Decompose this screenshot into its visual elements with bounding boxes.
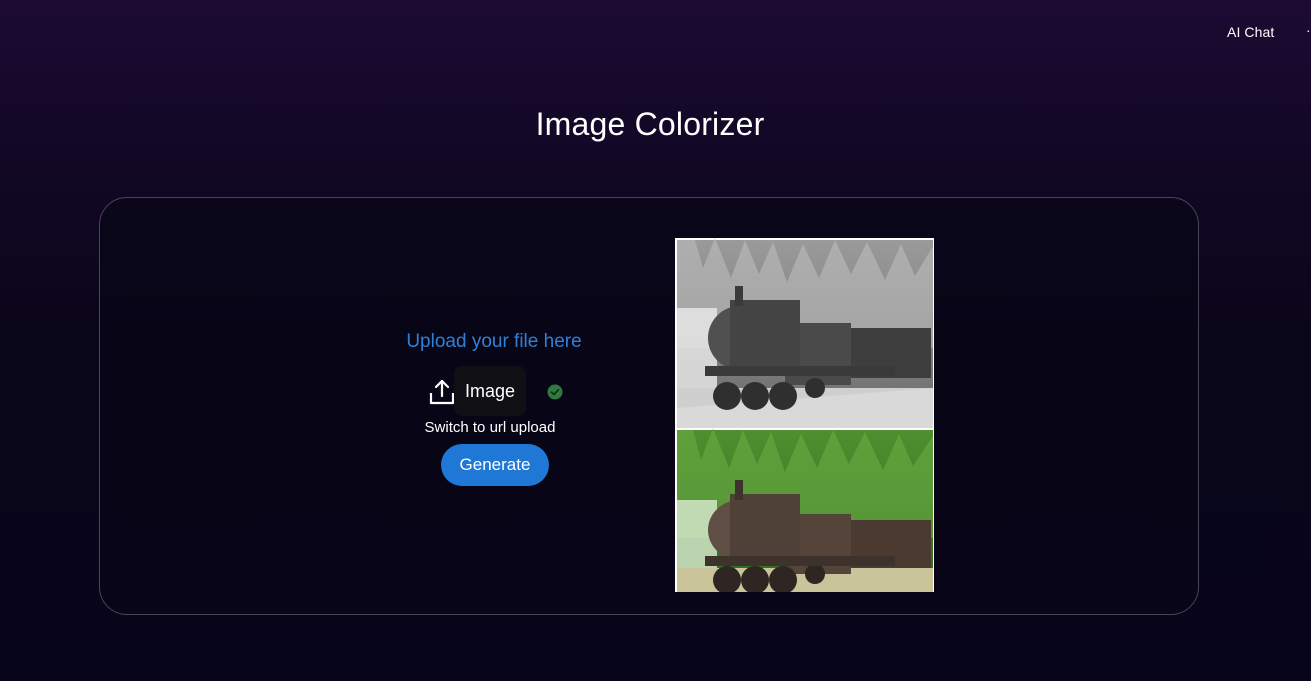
upload-icon[interactable] (428, 378, 456, 406)
upload-title: Upload your file here (406, 331, 582, 352)
grayscale-photo (677, 238, 933, 428)
switch-to-url-upload-link[interactable]: Switch to url upload (390, 419, 590, 436)
upload-type-chip[interactable]: Image (454, 366, 526, 416)
upload-row: Image (428, 366, 578, 416)
colorizer-panel (99, 197, 1199, 615)
top-navigation: AI Chat · (0, 0, 1311, 64)
page-title: Image Colorizer (535, 106, 765, 142)
colorized-photo (677, 428, 933, 592)
nav-link-overflow[interactable]: · (1306, 22, 1311, 38)
preview-image (675, 238, 934, 592)
check-circle-icon (547, 384, 563, 400)
generate-button[interactable]: Generate (441, 444, 549, 486)
nav-link-ai-chat[interactable]: AI Chat (1227, 24, 1274, 40)
